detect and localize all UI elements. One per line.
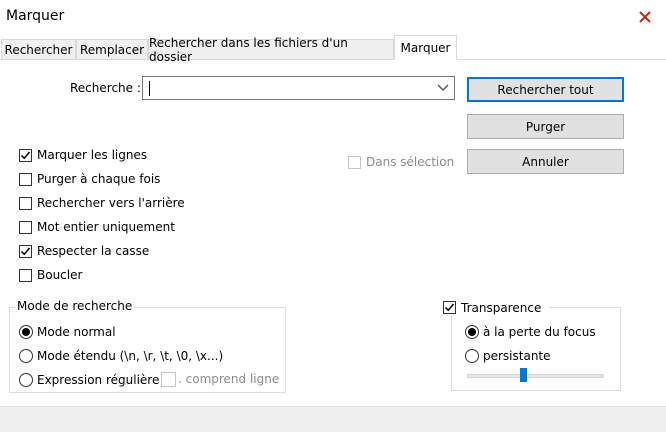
transparency-title: Transparence [461,301,542,315]
checkmark-icon [20,151,31,160]
checkbox[interactable] [19,149,32,162]
search-input[interactable] [142,76,455,100]
tab-marquer[interactable]: Marquer [394,35,457,60]
option-label: Boucler [37,268,83,282]
checkbox[interactable] [19,245,32,258]
checkbox[interactable] [19,221,32,234]
checkbox[interactable] [19,197,32,210]
checkbox[interactable] [443,301,456,314]
option-label: Purger à chaque fois [37,172,161,186]
radio-button[interactable] [465,325,479,339]
search-label: Recherche : [70,81,141,95]
option-label: . comprend ligne [178,372,280,386]
find-all-button[interactable]: Rechercher tout [467,77,624,102]
checkbox[interactable] [19,269,32,282]
tab-rechercher[interactable]: Rechercher [1,39,76,59]
radio-button[interactable] [19,349,33,363]
radio-button[interactable] [465,349,479,363]
transparency-header[interactable]: Transparence [441,300,549,316]
text-caret [149,81,150,96]
radio-label: à la perte du focus [483,325,596,339]
option-label: Dans sélection [366,155,455,169]
tab-remplacer[interactable]: Remplacer [76,39,148,59]
transparency-slider-track[interactable] [467,374,604,378]
close-button[interactable] [633,8,657,26]
search-mode-title: Mode de recherche [15,299,135,313]
radio-label: Mode étendu (\n, \r, \t, \0, \x...) [37,349,224,363]
radio-label: persistante [483,349,551,363]
tab-rechercher-dossier[interactable]: Rechercher dans les fichiers d'un dossie… [148,36,394,64]
transparency-slider-thumb[interactable] [520,368,527,382]
radio-button[interactable] [19,325,33,339]
chevron-down-icon[interactable] [437,83,449,93]
option-label: Respecter la casse [37,244,150,258]
option-label: Rechercher vers l'arrière [37,196,185,210]
clear-button[interactable]: Purger [467,114,624,139]
checkbox[interactable] [348,156,361,169]
checkmark-icon [444,303,455,312]
option-label: Marquer les lignes [37,148,148,162]
close-icon [639,11,651,23]
cancel-button[interactable]: Annuler [467,149,624,174]
checkbox[interactable] [161,372,176,387]
option-label: Mot entier uniquement [37,220,175,234]
radio-label: Expression régulière [37,373,160,387]
checkmark-icon [20,247,31,256]
checkbox[interactable] [19,173,32,186]
radio-label: Mode normal [37,325,116,339]
radio-button[interactable] [19,373,33,387]
title-bar [0,0,666,34]
status-strip [0,406,666,432]
window-title: Marquer [6,8,65,24]
